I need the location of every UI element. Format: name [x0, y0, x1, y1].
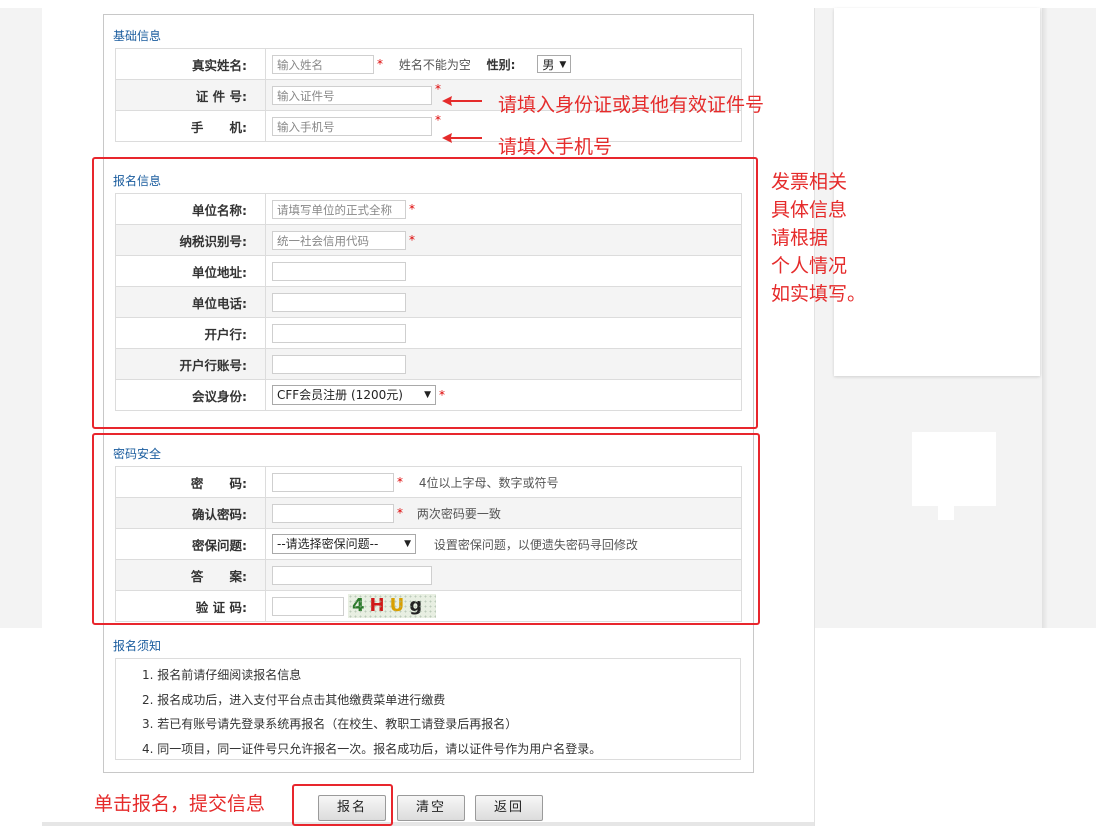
- name-label: 真实姓名:: [115, 48, 266, 80]
- overlay-block: [912, 432, 996, 506]
- gender-select[interactable]: 男 ▼: [537, 55, 572, 73]
- gender-value: 男: [542, 58, 555, 72]
- notice-item: 1. 报名前请仔细阅读报名信息: [142, 668, 302, 682]
- section-title-notice: 报名须知: [113, 639, 162, 653]
- annotation-phone-note: 请填入手机号: [498, 136, 613, 158]
- notice-item: 4. 同一项目，同一证件号只允许报名一次。报名成功后，请以证件号作为用户名登录。: [142, 741, 602, 756]
- required-star: *: [435, 113, 441, 127]
- phone-input[interactable]: 输入手机号: [272, 116, 432, 136]
- right-sidebar-card: [834, 8, 1040, 376]
- phone-label: 手 机:: [115, 110, 266, 142]
- id-label: 证 件 号:: [115, 79, 266, 111]
- clear-button[interactable]: 清空: [397, 795, 465, 821]
- id-number-input[interactable]: 输入证件号: [272, 85, 432, 105]
- annotation-id-note: 请填入身份证或其他有效证件号: [498, 94, 765, 116]
- annotation-box-security: [92, 433, 760, 625]
- panel-shadow: [1042, 8, 1048, 628]
- name-hint: 姓名不能为空: [398, 57, 471, 72]
- notice-item: 3. 若已有账号请先登录系统再报名（在校生、教职工请登录后再报名）: [142, 717, 518, 731]
- annotation-submit-note: 单击报名，提交信息: [94, 793, 266, 815]
- annotation-invoice-note-1: 发票相关: [771, 171, 848, 193]
- annotation-invoice-note-5: 如实填写。: [771, 283, 867, 305]
- annotation-arrow-icon: [442, 133, 482, 143]
- bottom-strip: [42, 822, 814, 826]
- name-input[interactable]: 输入姓名: [272, 54, 374, 74]
- overlay-block: [776, 436, 814, 510]
- notice-item: 2. 报名成功后，进入支付平台点击其他缴费菜单进行缴费: [142, 692, 446, 707]
- annotation-box-registration: [92, 157, 758, 429]
- row-name: 真实姓名: 输入姓名 * 姓名不能为空 性别: 男 ▼: [115, 48, 742, 80]
- section-title-basic: 基础信息: [113, 29, 162, 43]
- required-star: *: [377, 57, 383, 71]
- back-button[interactable]: 返回: [475, 795, 543, 821]
- annotation-arrow-icon: [442, 96, 482, 106]
- annotation-box-submit: [292, 784, 393, 826]
- chevron-down-icon: ▼: [559, 60, 567, 70]
- annotation-invoice-note-3: 请根据: [771, 227, 829, 249]
- overlay-block: [938, 500, 954, 520]
- notice-box: 1. 报名前请仔细阅读报名信息 2. 报名成功后，进入支付平台点击其他缴费菜单进…: [115, 658, 741, 760]
- annotation-invoice-note-2: 具体信息: [771, 199, 848, 221]
- required-star: *: [435, 82, 441, 96]
- gender-label: 性别:: [486, 57, 516, 72]
- left-gutter: [0, 8, 42, 628]
- annotation-invoice-note-4: 个人情况: [771, 255, 848, 277]
